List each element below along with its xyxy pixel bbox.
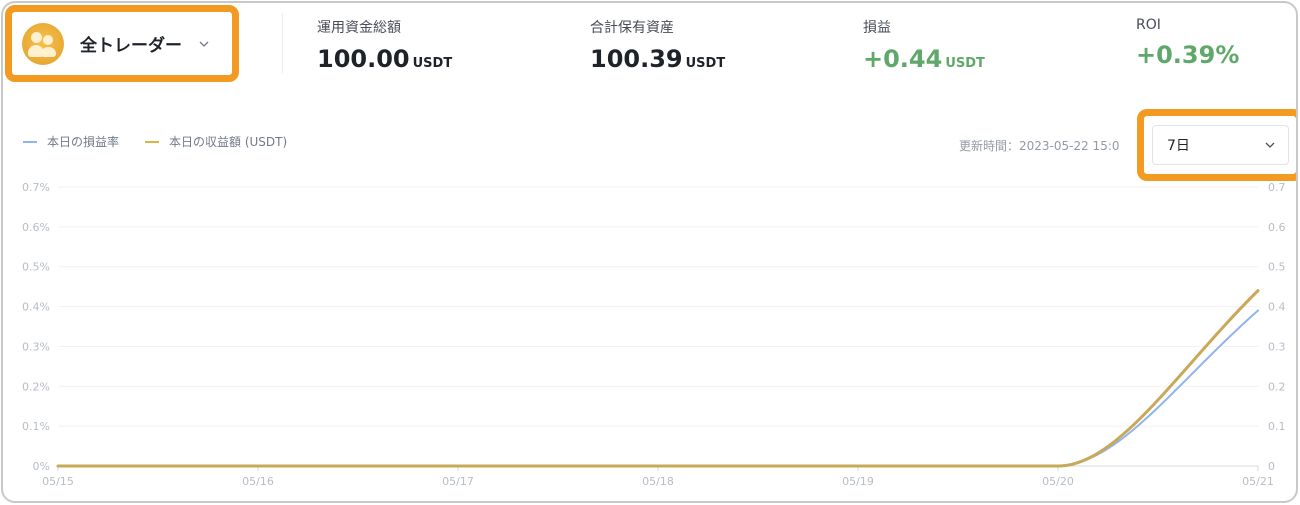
x-tick-label: 05/19	[842, 475, 874, 488]
y-tick-label-right: 0.6	[1268, 221, 1286, 234]
x-tick-label: 05/21	[1242, 475, 1274, 488]
y-tick-label-right: 0.7	[1268, 181, 1286, 194]
y-tick-label-left: 0.3%	[22, 340, 50, 353]
y-tick-label-left: 0.7%	[22, 181, 50, 194]
y-tick-label-right: 0	[1268, 460, 1275, 473]
x-tick-label: 05/17	[442, 475, 474, 488]
period-dropdown[interactable]: 7日	[1152, 125, 1289, 165]
pnl-line-chart: 0% 0 0.1% 0.1 0.2% 0.2 0.3% 0.3 0.4% 0.4 0.5% 0.5 0.…	[22, 181, 1286, 488]
y-tick-label-right: 0.3	[1268, 340, 1286, 353]
x-tick-label: 05/20	[1042, 475, 1074, 488]
period-selected-label: 7日	[1167, 138, 1190, 154]
y-tick-label-left: 0.6%	[22, 221, 50, 234]
series-line-1	[57, 309, 1259, 467]
y-tick-label-left: 0.5%	[22, 261, 50, 274]
y-tick-label-left: 0.2%	[22, 380, 50, 393]
y-tick-label-right: 0.5	[1268, 261, 1286, 274]
y-tick-label-right: 0.2	[1268, 380, 1286, 393]
x-tick-label: 05/15	[42, 475, 74, 488]
y-tick-label-right: 0.4	[1268, 301, 1286, 314]
period-selector-highlight: 7日	[1137, 109, 1296, 181]
chevron-down-icon	[1265, 142, 1275, 148]
series-line-2	[56, 289, 1260, 468]
portfolio-card: 全トレーダー 運用資金総額 100.00 USDT 合計保有資産 100.39 US…	[1, 1, 1298, 503]
y-tick-label-right: 0.1	[1268, 420, 1286, 433]
y-tick-label-left: 0.1%	[22, 420, 50, 433]
x-tick-label: 05/16	[242, 475, 274, 488]
y-tick-label-left: 0.4%	[22, 301, 50, 314]
y-tick-label-left: 0%	[33, 460, 50, 473]
x-tick-label: 05/18	[642, 475, 674, 488]
